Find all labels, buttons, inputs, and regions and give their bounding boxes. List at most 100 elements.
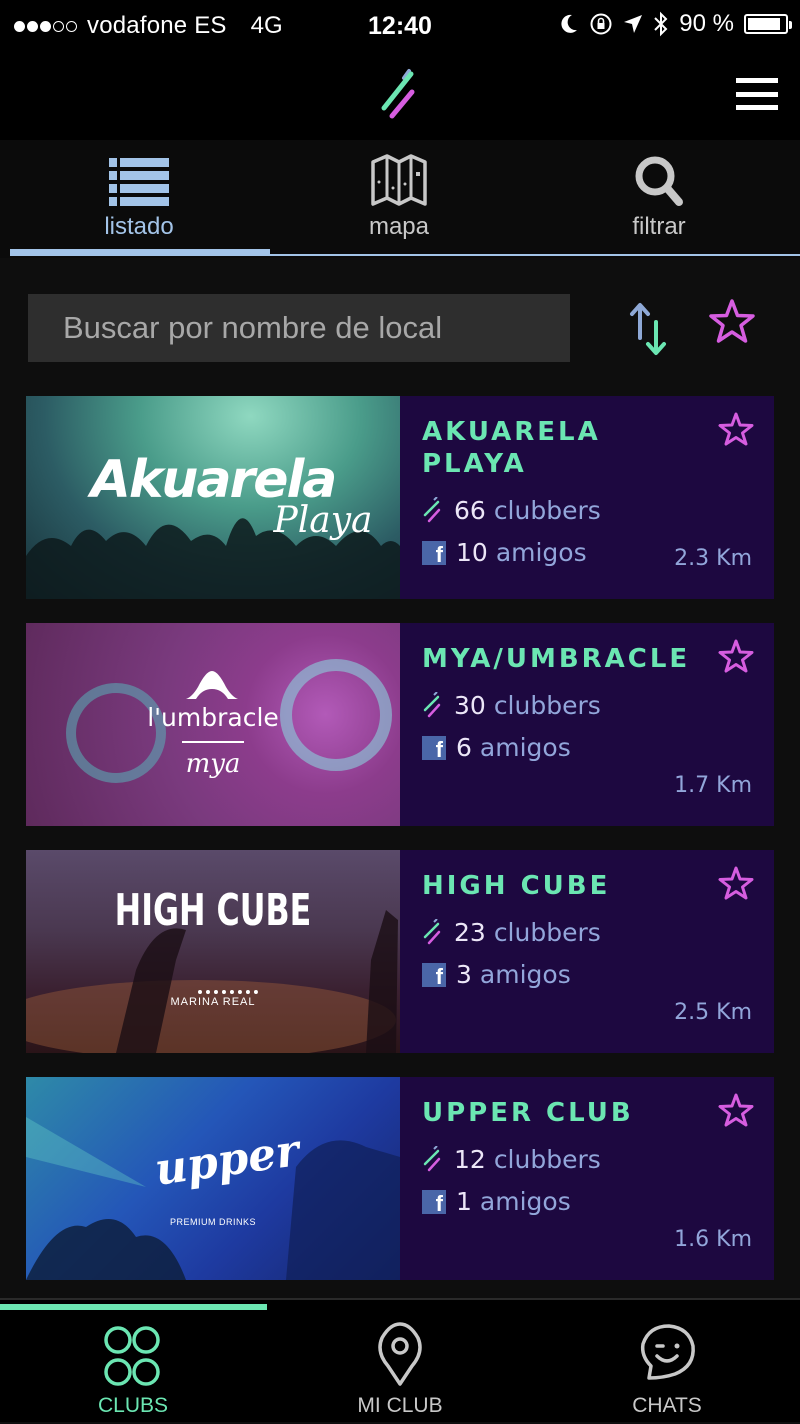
clubbers-count: 66 <box>454 496 486 525</box>
search-icon <box>635 156 683 206</box>
map-icon <box>371 154 427 206</box>
club-info: MYA/UMBRACLE 30 clubbers f 6 amigos 1.7 … <box>400 623 774 826</box>
tab-label: mapa <box>368 213 430 240</box>
nav-label: MI CLUB <box>357 1394 443 1417</box>
rotation-lock-icon <box>590 13 612 35</box>
active-nav-indicator <box>0 1304 267 1310</box>
clubbers-row: 66 clubbers <box>422 496 601 525</box>
friends-label: amigos <box>479 733 571 762</box>
distance: 2.5 Km <box>674 1000 752 1025</box>
friends-row: f 1 amigos <box>422 1187 571 1216</box>
club-name: HIGH CUBE <box>422 871 611 901</box>
nav-label: CHATS <box>632 1394 702 1417</box>
nav-mi-club[interactable]: MI CLUB <box>267 1300 533 1424</box>
app-bar <box>0 52 800 140</box>
app-logo <box>381 69 415 119</box>
tab-label: filtrar <box>632 213 686 240</box>
club-logo-subtext: MARINA REAL <box>170 996 256 1008</box>
club-list: Akuarela Playa AKUARELA PLAYA 66 clubber… <box>26 396 774 1304</box>
clubbers-label: clubbers <box>493 1145 601 1174</box>
logo-divider <box>182 741 244 743</box>
club-card[interactable]: HIGH CUBE MARINA REAL HIGH CUBE 23 clubb… <box>26 850 774 1053</box>
facebook-icon: f <box>422 1189 446 1214</box>
clubbers-label: clubbers <box>493 918 601 947</box>
view-tabs: listado mapa filtrar <box>0 140 800 258</box>
club-logo-text: l'umbracle <box>147 703 279 732</box>
club-name: MYA/UMBRACLE <box>422 644 691 674</box>
club-card[interactable]: l'umbracle mya MYA/UMBRACLE 30 clubbers … <box>26 623 774 826</box>
clubbers-logo-icon <box>423 496 441 522</box>
facebook-icon: f <box>422 735 446 760</box>
friends-row: f 10 amigos <box>422 538 587 567</box>
facebook-icon: f <box>422 540 446 565</box>
favorite-star-icon[interactable] <box>718 639 754 673</box>
sort-arrows-icon[interactable] <box>628 300 672 358</box>
clubbers-logo-icon <box>423 1145 441 1171</box>
favorites-star-icon[interactable] <box>708 298 756 344</box>
friends-label: amigos <box>479 960 571 989</box>
club-image: l'umbracle mya <box>26 623 400 826</box>
club-image: HIGH CUBE MARINA REAL <box>26 850 400 1053</box>
bluetooth-icon <box>654 11 668 37</box>
clubbers-label: clubbers <box>493 496 601 525</box>
clubbers-logo-icon <box>423 691 441 717</box>
friends-count: 10 <box>456 538 488 567</box>
chat-smiley-icon <box>640 1324 695 1380</box>
clubbers-label: clubbers <box>493 691 601 720</box>
tab-filtrar[interactable]: filtrar <box>530 140 788 258</box>
club-image: Akuarela Playa <box>26 396 400 599</box>
favorite-star-icon[interactable] <box>718 866 754 900</box>
distance: 1.7 Km <box>674 773 752 798</box>
search-input[interactable] <box>28 294 570 362</box>
distance: 2.3 Km <box>674 546 752 571</box>
club-logo-subtext: Playa <box>273 500 373 541</box>
nav-clubs[interactable]: CLUBS <box>0 1300 266 1424</box>
club-image: upper PREMIUM DRINKS <box>26 1077 400 1280</box>
clubbers-count: 23 <box>454 918 486 947</box>
umbracle-arch-icon <box>186 671 238 699</box>
map-pin-icon <box>378 1322 422 1386</box>
friends-count: 3 <box>456 960 472 989</box>
status-bar: vodafone ES 4G 12:40 90 % <box>0 0 800 52</box>
battery-percent: 90 % <box>679 10 734 37</box>
friends-row: f 3 amigos <box>422 960 571 989</box>
club-info: HIGH CUBE 23 clubbers f 3 amigos 2.5 Km <box>400 850 774 1053</box>
club-name: UPPER CLUB <box>422 1098 634 1128</box>
clubbers-row: 12 clubbers <box>422 1145 601 1174</box>
tab-mapa[interactable]: mapa <box>270 140 528 258</box>
friends-count: 1 <box>456 1187 472 1216</box>
friends-label: amigos <box>479 1187 571 1216</box>
club-card[interactable]: upper PREMIUM DRINKS UPPER CLUB 12 clubb… <box>26 1077 774 1280</box>
clubbers-logo-icon <box>423 918 441 944</box>
battery-icon <box>744 14 792 34</box>
friends-label: amigos <box>495 538 587 567</box>
favorite-star-icon[interactable] <box>718 1093 754 1127</box>
moon-icon <box>561 14 578 33</box>
club-info: AKUARELA PLAYA 66 clubbers f 10 amigos 2… <box>400 396 774 599</box>
hamburger-menu-icon[interactable] <box>736 78 778 110</box>
logo-dots <box>198 990 258 994</box>
tab-listado[interactable]: listado <box>10 140 268 258</box>
clubbers-row: 30 clubbers <box>422 691 601 720</box>
active-tab-indicator <box>10 249 270 255</box>
club-info: UPPER CLUB 12 clubbers f 1 amigos 1.6 Km <box>400 1077 774 1280</box>
nav-label: CLUBS <box>97 1394 169 1417</box>
four-circles-icon <box>104 1326 160 1386</box>
bottom-nav: CLUBS MI CLUB CHATS <box>0 1298 800 1422</box>
clubbers-count: 12 <box>454 1145 486 1174</box>
nav-chats[interactable]: CHATS <box>534 1300 800 1424</box>
search-row <box>0 258 800 388</box>
club-logo-subtext: mya <box>185 749 241 779</box>
tab-label: listado <box>104 213 174 240</box>
club-card[interactable]: Akuarela Playa AKUARELA PLAYA 66 clubber… <box>26 396 774 599</box>
friends-row: f 6 amigos <box>422 733 571 762</box>
location-arrow-icon <box>624 15 643 33</box>
club-logo-text: HIGH CUBE <box>114 885 312 936</box>
clubbers-count: 30 <box>454 691 486 720</box>
facebook-icon: f <box>422 962 446 987</box>
club-logo-subtext: PREMIUM DRINKS <box>169 1217 256 1227</box>
favorite-star-icon[interactable] <box>718 412 754 446</box>
distance: 1.6 Km <box>674 1227 752 1252</box>
club-name: AKUARELA PLAYA <box>422 417 601 479</box>
clubbers-row: 23 clubbers <box>422 918 601 947</box>
